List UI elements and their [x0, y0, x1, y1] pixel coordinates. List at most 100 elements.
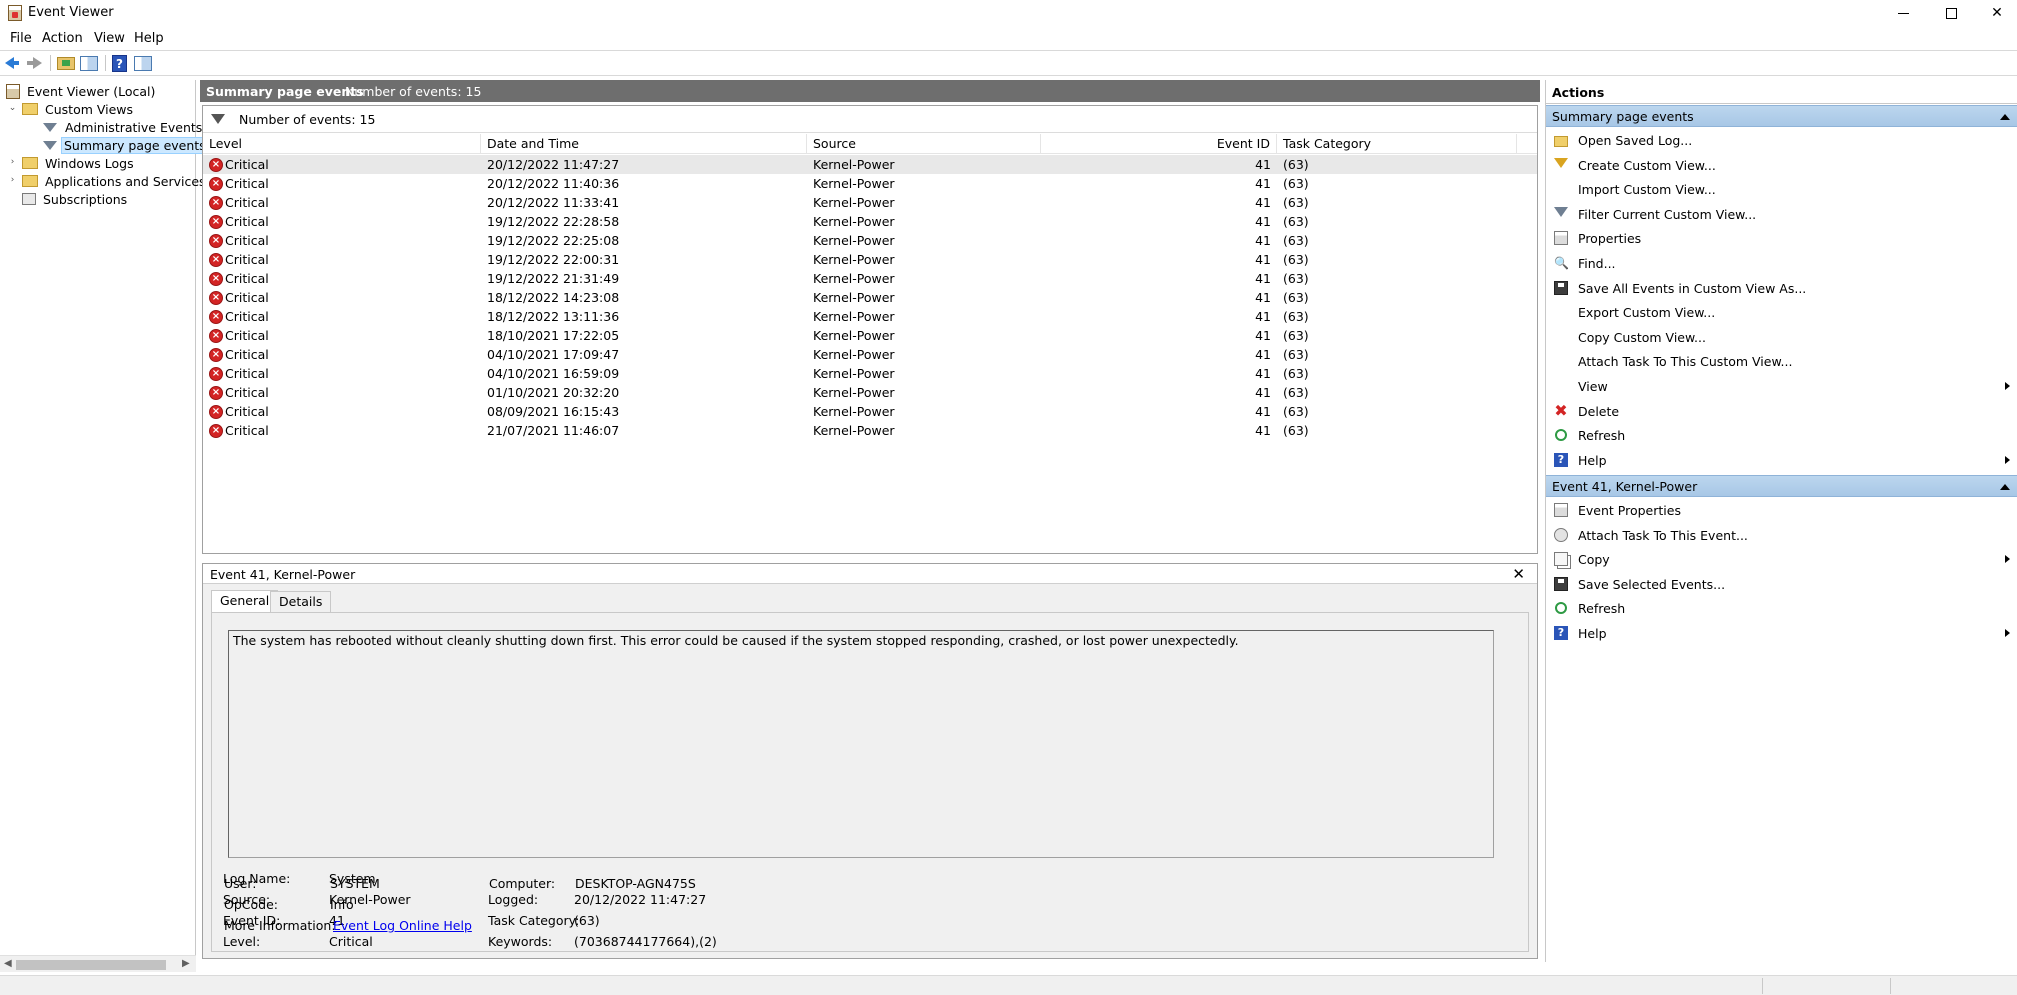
- tree-summary-page-events-label: Summary page events: [61, 136, 209, 154]
- column-header-event-id[interactable]: Event ID: [1041, 134, 1277, 154]
- cell-event-id: 41: [1255, 290, 1271, 305]
- tree-windows-logs[interactable]: › Windows Logs: [8, 154, 138, 172]
- table-row[interactable]: × Critical 08/09/2021 16:15:43 Kernel-Power…: [203, 402, 1537, 421]
- tree-custom-views[interactable]: ⌄ Custom Views: [8, 100, 137, 118]
- actions-section-event[interactable]: Event 41, Kernel-Power: [1546, 475, 2017, 497]
- action-copy[interactable]: Copy: [1546, 547, 2017, 571]
- column-header-date-time[interactable]: Date and Time: [481, 134, 807, 154]
- action-attach-task-to-this-custom-view[interactable]: Attach Task To This Custom View...: [1546, 349, 2017, 373]
- collapse-caret-icon[interactable]: [2000, 114, 2010, 120]
- scrollbar-thumb[interactable]: [16, 960, 166, 970]
- table-row[interactable]: × Critical 20/12/2022 11:47:27 Kernel-Power…: [203, 155, 1537, 174]
- critical-error-icon: ×: [209, 424, 223, 438]
- event-log-online-help-link[interactable]: Event Log Online Help: [333, 918, 472, 933]
- tree-applications-services[interactable]: › Applications and Services Lo: [8, 172, 228, 190]
- menu-action[interactable]: Action: [42, 31, 83, 46]
- save-icon: [1554, 280, 1568, 295]
- table-row[interactable]: × Critical 19/12/2022 22:25:08 Kernel-Power…: [203, 231, 1537, 250]
- table-row[interactable]: × Critical 18/10/2021 17:22:05 Kernel-Power…: [203, 326, 1537, 345]
- table-row[interactable]: × Critical 18/12/2022 13:11:36 Kernel-Power…: [203, 307, 1537, 326]
- binoculars-icon: 🔍: [1554, 256, 1569, 270]
- critical-error-icon: ×: [209, 196, 223, 210]
- action-refresh[interactable]: Refresh: [1546, 423, 2017, 447]
- tab-details[interactable]: Details: [270, 591, 332, 613]
- folder-icon[interactable]: [57, 57, 75, 70]
- table-row[interactable]: × Critical 19/12/2022 22:28:58 Kernel-Power…: [203, 212, 1537, 231]
- tree-subscriptions[interactable]: Subscriptions: [22, 190, 131, 208]
- close-details-icon[interactable]: ✕: [1512, 565, 1525, 583]
- tree-summary-page-events[interactable]: Summary page events: [42, 136, 209, 154]
- actions-title: Actions: [1552, 85, 1605, 100]
- cell-event-id: 41: [1255, 233, 1271, 248]
- value-user: SYSTEM: [330, 876, 380, 891]
- action-label: Create Custom View...: [1578, 157, 1716, 173]
- action-attach-task-to-this-event[interactable]: Attach Task To This Event...: [1546, 523, 2017, 547]
- event-details-pane: Event 41, Kernel-Power ✕ General Details…: [202, 563, 1538, 959]
- table-row[interactable]: × Critical 21/07/2021 11:46:07 Kernel-Power…: [203, 421, 1537, 440]
- expand-chevron-icon[interactable]: ›: [8, 158, 17, 167]
- action-export-custom-view[interactable]: Export Custom View...: [1546, 300, 2017, 324]
- tree-administrative-events[interactable]: Administrative Events: [42, 118, 206, 136]
- action-refresh[interactable]: Refresh: [1546, 596, 2017, 620]
- action-save-all-events-in-custom-view-as[interactable]: Save All Events in Custom View As...: [1546, 276, 2017, 300]
- cell-source: Kernel-Power: [813, 328, 895, 343]
- tree-root[interactable]: Event Viewer (Local): [6, 82, 159, 100]
- cell-date-time: 08/09/2021 16:15:43: [487, 404, 620, 419]
- action-view[interactable]: View: [1546, 374, 2017, 398]
- tab-general[interactable]: General: [211, 590, 279, 613]
- menu-help[interactable]: Help: [134, 31, 164, 46]
- table-row[interactable]: × Critical 19/12/2022 21:31:49 Kernel-Power…: [203, 269, 1537, 288]
- menu-file[interactable]: File: [10, 31, 32, 46]
- action-save-selected-events[interactable]: Save Selected Events...: [1546, 572, 2017, 596]
- center-pane: Summary page events Number of events: 15…: [200, 80, 1540, 962]
- table-row[interactable]: × Critical 20/12/2022 11:33:41 Kernel-Power…: [203, 193, 1537, 212]
- action-properties[interactable]: Properties: [1546, 226, 2017, 250]
- column-header-source[interactable]: Source: [807, 134, 1041, 154]
- scroll-right-icon[interactable]: ▶: [182, 958, 190, 969]
- scroll-left-icon[interactable]: ◀: [4, 958, 12, 969]
- table-row[interactable]: × Critical 19/12/2022 22:00:31 Kernel-Power…: [203, 250, 1537, 269]
- collapse-chevron-icon[interactable]: ⌄: [8, 104, 17, 113]
- action-find[interactable]: 🔍 Find...: [1546, 251, 2017, 275]
- column-header-level[interactable]: Level: [203, 134, 481, 154]
- cell-source: Kernel-Power: [813, 176, 895, 191]
- submenu-arrow-icon: [2005, 382, 2010, 390]
- action-create-custom-view[interactable]: Create Custom View...: [1546, 153, 2017, 177]
- action-open-saved-log[interactable]: Open Saved Log...: [1546, 128, 2017, 152]
- cell-date-time: 18/10/2021 17:22:05: [487, 328, 620, 343]
- action-event-properties[interactable]: Event Properties: [1546, 498, 2017, 522]
- cell-source: Kernel-Power: [813, 385, 895, 400]
- help-icon[interactable]: ?: [112, 55, 127, 72]
- table-row[interactable]: × Critical 04/10/2021 17:09:47 Kernel-Power…: [203, 345, 1537, 364]
- table-row[interactable]: × Critical 01/10/2021 20:32:20 Kernel-Power…: [203, 383, 1537, 402]
- table-row[interactable]: × Critical 04/10/2021 16:59:09 Kernel-Power…: [203, 364, 1537, 383]
- action-help[interactable]: ? Help: [1546, 448, 2017, 472]
- event-message[interactable]: The system has rebooted without cleanly …: [228, 630, 1494, 858]
- action-delete[interactable]: ✖ Delete: [1546, 399, 2017, 423]
- table-row[interactable]: × Critical 20/12/2022 11:40:36 Kernel-Power…: [203, 174, 1537, 193]
- critical-error-icon: ×: [209, 386, 223, 400]
- action-help[interactable]: ? Help: [1546, 621, 2017, 645]
- actions-section-summary[interactable]: Summary page events: [1546, 105, 2017, 127]
- column-header-task-category[interactable]: Task Category: [1277, 134, 1517, 154]
- critical-error-icon: ×: [209, 329, 223, 343]
- forward-arrow-icon[interactable]: [25, 54, 43, 72]
- minimize-button[interactable]: [1880, 0, 1926, 26]
- action-copy-custom-view[interactable]: Copy Custom View...: [1546, 325, 2017, 349]
- cell-event-id: 41: [1255, 309, 1271, 324]
- collapse-caret-icon[interactable]: [2000, 484, 2010, 490]
- close-button[interactable]: ✕: [1974, 0, 2017, 26]
- action-filter-current-custom-view[interactable]: Filter Current Custom View...: [1546, 202, 2017, 226]
- copy-icon: [1554, 552, 1568, 567]
- show-hide-pane-icon[interactable]: [80, 56, 98, 71]
- table-row[interactable]: × Critical 18/12/2022 14:23:08 Kernel-Power…: [203, 288, 1537, 307]
- maximize-button[interactable]: [1928, 0, 1974, 26]
- back-arrow-icon[interactable]: [3, 54, 21, 72]
- tree-horizontal-scrollbar[interactable]: ◀ ▶: [0, 955, 196, 972]
- action-import-custom-view[interactable]: Import Custom View...: [1546, 177, 2017, 201]
- summary-header-title: Summary page events: [206, 84, 364, 99]
- expand-chevron-icon[interactable]: ›: [8, 176, 17, 185]
- show-hide-action-pane-icon[interactable]: [134, 56, 152, 71]
- menu-view[interactable]: View: [94, 31, 125, 46]
- critical-error-icon: ×: [209, 348, 223, 362]
